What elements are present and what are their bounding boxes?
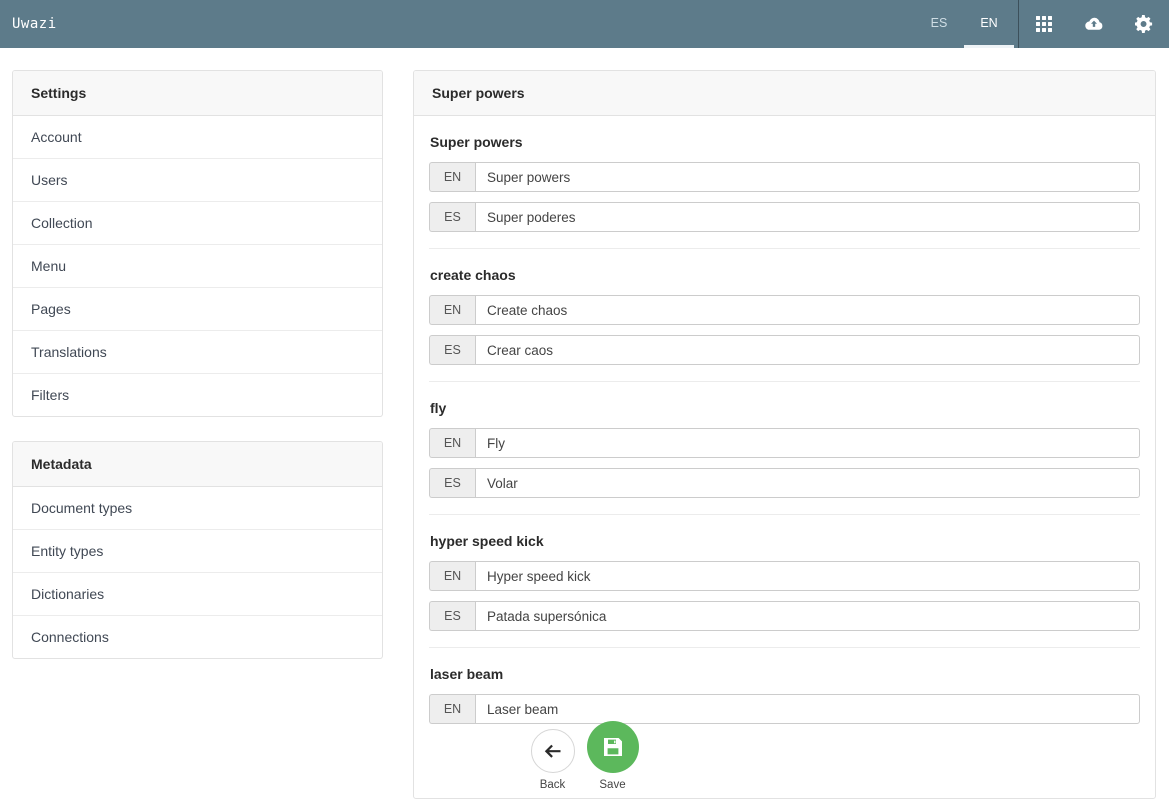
topbar-icon-group bbox=[1019, 0, 1169, 48]
back-button-label: Back bbox=[540, 779, 566, 791]
top-navigation-bar: Uwazi ES EN bbox=[0, 0, 1169, 48]
translation-input[interactable] bbox=[475, 295, 1140, 325]
translations-content-card: Super powers Super powers EN ES create c… bbox=[413, 70, 1156, 799]
language-addon: ES bbox=[429, 601, 475, 631]
sidebar-item-account[interactable]: Account bbox=[13, 116, 382, 159]
translation-input[interactable] bbox=[475, 561, 1140, 591]
language-addon: ES bbox=[429, 202, 475, 232]
settings-gear-button[interactable] bbox=[1119, 0, 1169, 48]
sidebar-item-label: Filters bbox=[31, 387, 69, 403]
translation-input[interactable] bbox=[475, 335, 1140, 365]
language-addon: EN bbox=[429, 295, 475, 325]
translation-input[interactable] bbox=[475, 428, 1140, 458]
language-option-es[interactable]: ES bbox=[914, 0, 964, 48]
sidebar-item-connections[interactable]: Connections bbox=[13, 616, 382, 658]
translation-group-title: create chaos bbox=[430, 267, 1140, 283]
settings-panel: Settings Account Users Collection Menu P… bbox=[12, 70, 383, 417]
translation-input[interactable] bbox=[475, 694, 1140, 724]
translation-group-title: Super powers bbox=[430, 134, 1140, 150]
translation-row: ES bbox=[429, 202, 1140, 232]
save-button[interactable]: Save bbox=[587, 721, 639, 791]
save-button-label: Save bbox=[599, 779, 625, 791]
translation-row: EN bbox=[429, 561, 1140, 591]
sidebar-item-filters[interactable]: Filters bbox=[13, 374, 382, 416]
translation-group: Super powers EN ES bbox=[429, 116, 1140, 249]
translation-group: hyper speed kick EN ES bbox=[429, 515, 1140, 648]
back-button-circle bbox=[531, 729, 575, 773]
language-switcher: ES EN bbox=[914, 0, 1014, 48]
translation-row: EN bbox=[429, 295, 1140, 325]
arrow-left-icon bbox=[544, 744, 561, 759]
sidebar-item-label: Entity types bbox=[31, 543, 103, 559]
sidebar-item-menu[interactable]: Menu bbox=[13, 245, 382, 288]
metadata-panel: Metadata Document types Entity types Dic… bbox=[12, 441, 383, 659]
library-grid-button[interactable] bbox=[1019, 0, 1069, 48]
language-addon: ES bbox=[429, 468, 475, 498]
sidebar-item-pages[interactable]: Pages bbox=[13, 288, 382, 331]
sidebar-item-translations[interactable]: Translations bbox=[13, 331, 382, 374]
translation-row: EN bbox=[429, 162, 1140, 192]
sidebar-item-dictionaries[interactable]: Dictionaries bbox=[13, 573, 382, 616]
translation-group-title: fly bbox=[430, 400, 1140, 416]
sidebar-item-label: Account bbox=[31, 129, 82, 145]
translation-row: EN bbox=[429, 694, 1140, 724]
language-option-es-label: ES bbox=[931, 16, 948, 30]
settings-menu-list: Account Users Collection Menu Pages Tran… bbox=[13, 116, 382, 416]
cloud-upload-icon bbox=[1084, 16, 1104, 32]
translation-row: ES bbox=[429, 601, 1140, 631]
metadata-panel-title: Metadata bbox=[13, 442, 382, 487]
sidebar-item-label: Document types bbox=[31, 500, 132, 516]
language-addon: ES bbox=[429, 335, 475, 365]
topbar-spacer bbox=[71, 0, 914, 48]
metadata-menu-list: Document types Entity types Dictionaries… bbox=[13, 487, 382, 658]
sidebar-item-label: Connections bbox=[31, 629, 109, 645]
translation-row: EN bbox=[429, 428, 1140, 458]
content-card-title: Super powers bbox=[414, 71, 1155, 116]
language-addon: EN bbox=[429, 162, 475, 192]
translation-input[interactable] bbox=[475, 601, 1140, 631]
sidebar-item-label: Menu bbox=[31, 258, 66, 274]
sidebar-item-label: Collection bbox=[31, 215, 92, 231]
language-addon: EN bbox=[429, 428, 475, 458]
translation-group-title: hyper speed kick bbox=[430, 533, 1140, 549]
sidebar-item-label: Pages bbox=[31, 301, 71, 317]
gear-icon bbox=[1135, 15, 1153, 33]
language-option-en[interactable]: EN bbox=[964, 0, 1014, 48]
sidebar-item-label: Users bbox=[31, 172, 68, 188]
translation-input[interactable] bbox=[475, 202, 1140, 232]
translation-group-title: laser beam bbox=[430, 666, 1140, 682]
page-body: Settings Account Users Collection Menu P… bbox=[0, 48, 1169, 799]
back-button[interactable]: Back bbox=[531, 721, 575, 791]
sidebar-item-label: Translations bbox=[31, 344, 107, 360]
settings-sidebar: Settings Account Users Collection Menu P… bbox=[12, 70, 383, 683]
brand-label: Uwazi bbox=[12, 16, 57, 32]
sidebar-item-users[interactable]: Users bbox=[13, 159, 382, 202]
sidebar-item-document-types[interactable]: Document types bbox=[13, 487, 382, 530]
language-option-en-label: EN bbox=[980, 16, 997, 30]
sidebar-item-entity-types[interactable]: Entity types bbox=[13, 530, 382, 573]
app-brand-logo[interactable]: Uwazi bbox=[0, 0, 71, 48]
grid-icon bbox=[1036, 16, 1052, 32]
language-addon: EN bbox=[429, 694, 475, 724]
translation-input[interactable] bbox=[475, 468, 1140, 498]
translations-list: Super powers EN ES create chaos EN ES bbox=[414, 116, 1155, 740]
save-button-circle bbox=[587, 721, 639, 773]
sidebar-item-collection[interactable]: Collection bbox=[13, 202, 382, 245]
translation-group: create chaos EN ES bbox=[429, 249, 1140, 382]
translation-input[interactable] bbox=[475, 162, 1140, 192]
uploads-button[interactable] bbox=[1069, 0, 1119, 48]
settings-panel-title: Settings bbox=[13, 71, 382, 116]
translation-row: ES bbox=[429, 335, 1140, 365]
language-addon: EN bbox=[429, 561, 475, 591]
translation-row: ES bbox=[429, 468, 1140, 498]
sidebar-item-label: Dictionaries bbox=[31, 586, 104, 602]
floppy-disk-icon bbox=[604, 738, 622, 756]
translation-group: fly EN ES bbox=[429, 382, 1140, 515]
